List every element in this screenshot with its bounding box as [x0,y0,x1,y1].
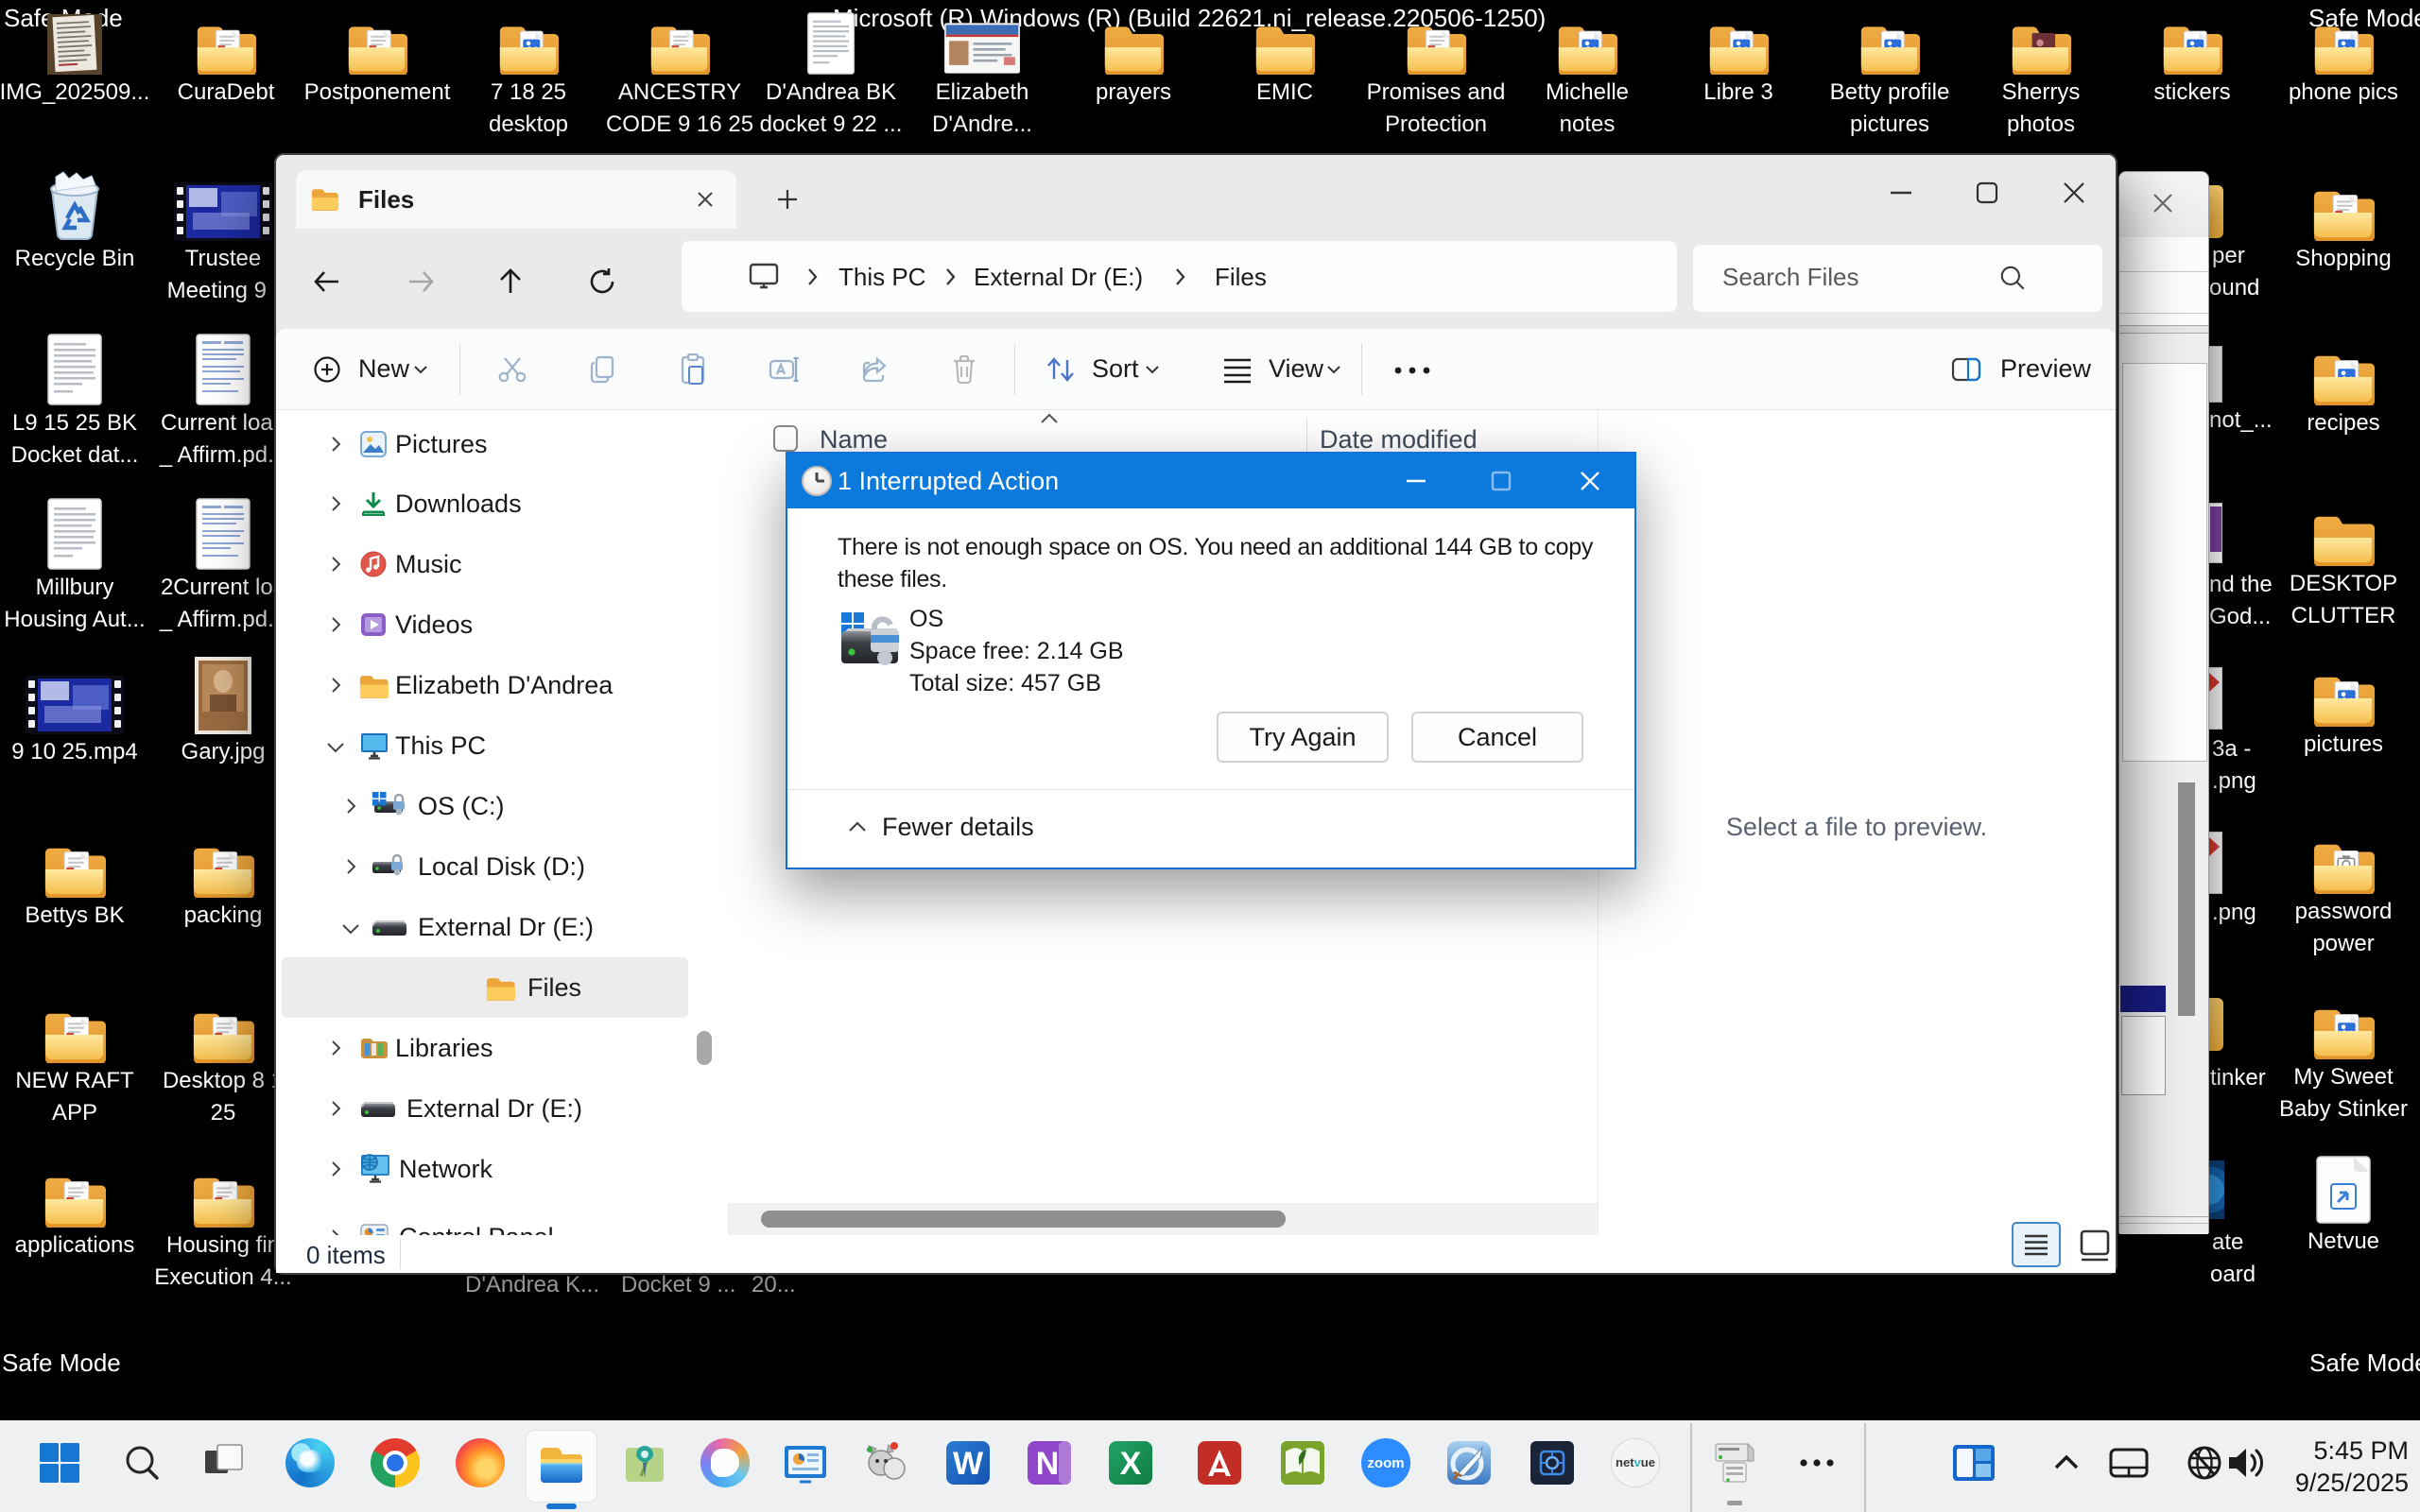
svg-text:X: X [1120,1446,1142,1482]
svg-text:N: N [1036,1446,1060,1482]
svg-text:W: W [953,1446,984,1482]
